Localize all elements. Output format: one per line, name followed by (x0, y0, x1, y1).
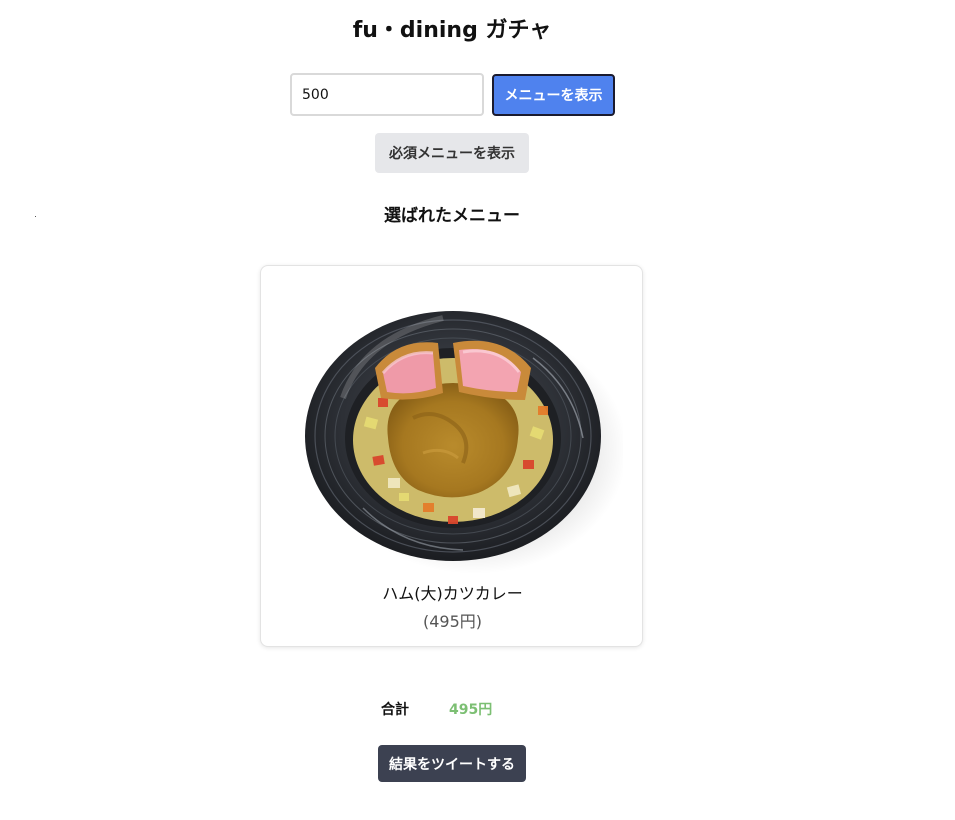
menu-card: ハム(大)カツカレー (495円) (260, 265, 643, 647)
curry-bowl-image (305, 311, 623, 574)
page: fu・dining ガチャ メニューを表示 必須メニューを表示 選ばれたメニュー (0, 0, 955, 820)
stray-dot (35, 216, 36, 217)
selected-menu-heading: 選ばれたメニュー (384, 206, 520, 226)
tweet-result-button[interactable]: 結果をツイートする (378, 745, 526, 782)
show-menu-button[interactable]: メニューを表示 (492, 74, 615, 116)
total-value: 495円 (449, 702, 493, 718)
show-required-menu-button[interactable]: 必須メニューを表示 (375, 133, 529, 173)
total-label: 合計 (381, 702, 409, 718)
menu-item-price: (495円) (422, 612, 483, 631)
amount-input[interactable] (290, 73, 484, 116)
menu-item-name: ハム(大)カツカレー (382, 584, 523, 603)
page-title: fu・dining ガチャ (352, 18, 552, 43)
